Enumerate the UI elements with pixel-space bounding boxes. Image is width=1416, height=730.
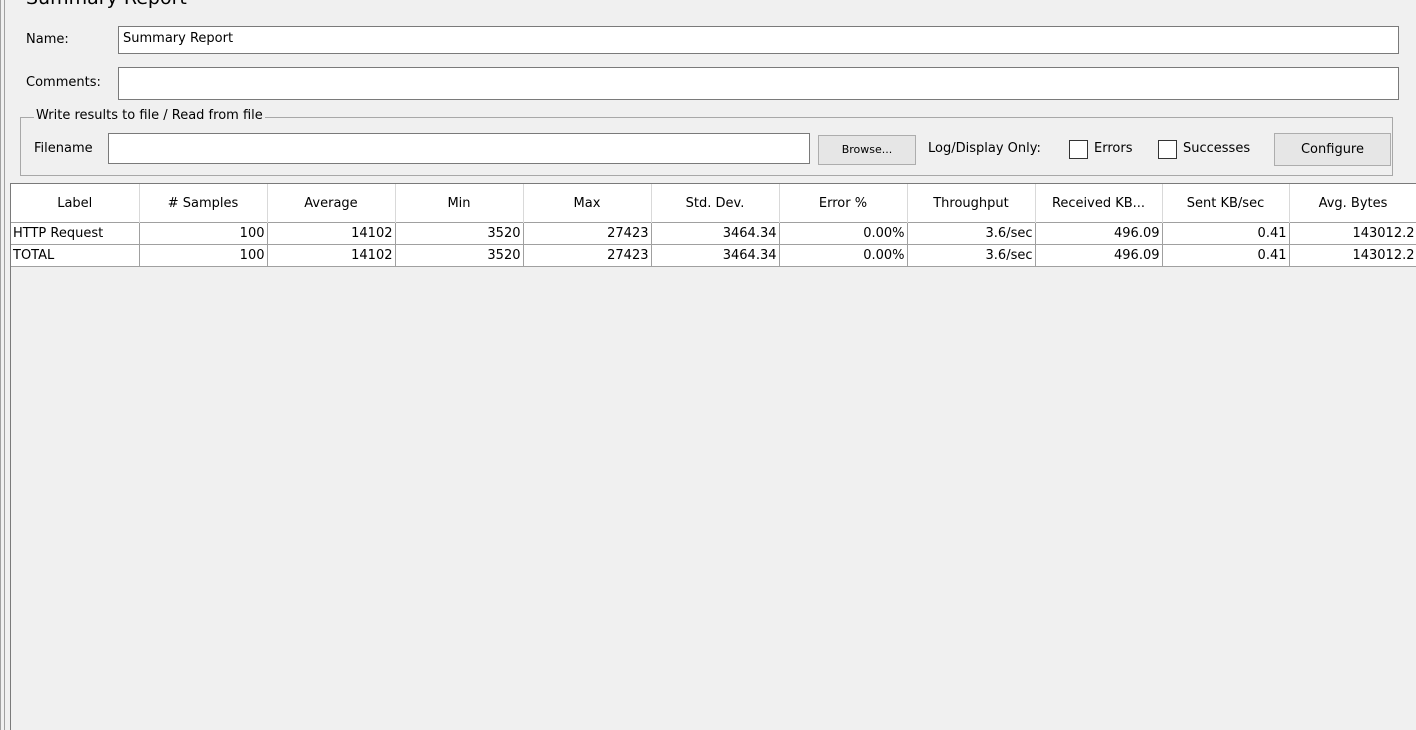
name-field[interactable]: Summary Report bbox=[118, 26, 1399, 54]
errors-checkbox[interactable] bbox=[1069, 140, 1088, 159]
table-cell: 0.41 bbox=[1162, 244, 1290, 267]
table-header-row: Label # Samples Average Min Max Std. Dev… bbox=[11, 184, 1416, 223]
table-row[interactable]: HTTP Request 100 14102 3520 27423 3464.3… bbox=[11, 222, 1416, 245]
table-cell: 0.00% bbox=[779, 244, 908, 267]
successes-checkbox[interactable] bbox=[1158, 140, 1177, 159]
col-header-average[interactable]: Average bbox=[267, 184, 396, 223]
panel-title: Summary Report bbox=[26, 0, 187, 10]
left-border-inner bbox=[4, 0, 5, 730]
col-header-throughput[interactable]: Throughput bbox=[907, 184, 1036, 223]
table-cell: 3.6/sec bbox=[907, 244, 1036, 267]
table-row[interactable]: TOTAL 100 14102 3520 27423 3464.34 0.00%… bbox=[11, 244, 1416, 267]
errors-label[interactable]: Errors bbox=[1094, 141, 1132, 157]
table-cell: 143012.2 bbox=[1289, 244, 1416, 267]
table-cell: 14102 bbox=[267, 222, 396, 245]
log-display-label: Log/Display Only: bbox=[928, 141, 1041, 156]
browse-button[interactable]: Browse... bbox=[818, 135, 916, 165]
col-header-error-pct[interactable]: Error % bbox=[779, 184, 908, 223]
table-cell: 496.09 bbox=[1035, 244, 1163, 267]
table-cell: 3464.34 bbox=[651, 222, 780, 245]
table-cell: 14102 bbox=[267, 244, 396, 267]
table-cell: 3520 bbox=[395, 244, 524, 267]
table-cell: 143012.2 bbox=[1289, 222, 1416, 245]
left-border bbox=[0, 0, 1, 730]
table-cell: 27423 bbox=[523, 222, 652, 245]
table-cell: 100 bbox=[139, 222, 268, 245]
table-cell: 0.00% bbox=[779, 222, 908, 245]
table-cell: HTTP Request bbox=[11, 222, 140, 245]
comments-field[interactable] bbox=[118, 67, 1399, 100]
successes-label[interactable]: Successes bbox=[1183, 141, 1250, 157]
table-cell: 0.41 bbox=[1162, 222, 1290, 245]
col-header-max[interactable]: Max bbox=[523, 184, 652, 223]
col-header-avg-bytes[interactable]: Avg. Bytes bbox=[1289, 184, 1416, 223]
table-cell: 27423 bbox=[523, 244, 652, 267]
configure-button[interactable]: Configure bbox=[1274, 133, 1391, 166]
comments-label: Comments: bbox=[26, 75, 101, 90]
table-cell: 3520 bbox=[395, 222, 524, 245]
table-cell: 496.09 bbox=[1035, 222, 1163, 245]
col-header-std-dev[interactable]: Std. Dev. bbox=[651, 184, 780, 223]
name-label: Name: bbox=[26, 32, 69, 47]
table-cell: TOTAL bbox=[11, 244, 140, 267]
results-table-area: Label # Samples Average Min Max Std. Dev… bbox=[10, 183, 1416, 730]
col-header-received-kb[interactable]: Received KB... bbox=[1035, 184, 1163, 223]
table-cell: 100 bbox=[139, 244, 268, 267]
col-header-sent-kb[interactable]: Sent KB/sec bbox=[1162, 184, 1290, 223]
table-cell: 3.6/sec bbox=[907, 222, 1036, 245]
filename-label: Filename bbox=[34, 141, 93, 156]
results-table: Label # Samples Average Min Max Std. Dev… bbox=[11, 184, 1416, 267]
filename-field[interactable] bbox=[108, 133, 810, 164]
col-header-samples[interactable]: # Samples bbox=[139, 184, 268, 223]
table-cell: 3464.34 bbox=[651, 244, 780, 267]
col-header-min[interactable]: Min bbox=[395, 184, 524, 223]
col-header-label[interactable]: Label bbox=[11, 184, 140, 223]
file-group-legend: Write results to file / Read from file bbox=[34, 107, 265, 125]
